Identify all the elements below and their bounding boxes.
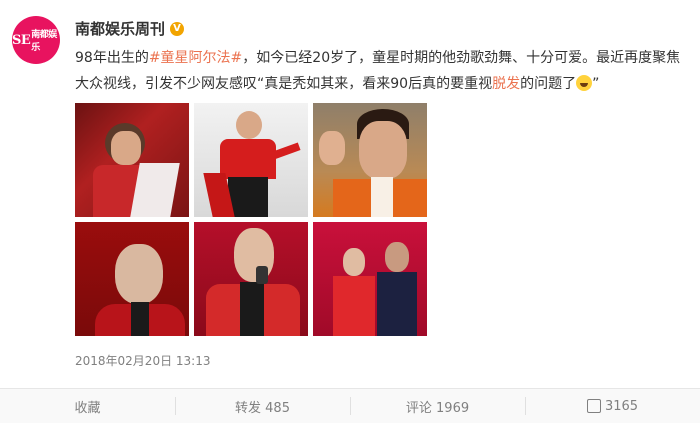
weibo-post: SE 南都娱乐 南都娱乐周刊 V 98年出生的#童星阿尔法#，如今已经20岁了，…: [0, 0, 700, 423]
username[interactable]: 南都娱乐周刊 V: [75, 18, 185, 39]
post-timestamp[interactable]: 2018年02月20日 13:13: [75, 352, 210, 369]
photo-3[interactable]: [313, 103, 427, 217]
avatar[interactable]: SE 南都娱乐: [12, 16, 60, 64]
username-text[interactable]: 南都娱乐周刊: [75, 18, 165, 39]
repost-label: 转发 485: [235, 400, 290, 416]
avatar-logo-text: 南都娱乐: [31, 30, 57, 53]
text-before: 98年出生的: [75, 50, 149, 66]
post-text: 98年出生的#童星阿尔法#，如今已经20岁了，童星时期的他劲歌劲舞、十分可爱。最…: [75, 45, 685, 97]
photo-6[interactable]: [313, 222, 427, 336]
like-button[interactable]: 3165: [525, 389, 700, 423]
photo-4[interactable]: [75, 222, 189, 336]
keyword-link[interactable]: 脱发: [492, 76, 520, 92]
repost-button[interactable]: 转发 485: [175, 389, 350, 423]
photo-1[interactable]: [75, 103, 189, 217]
verified-badge-icon: V: [170, 21, 185, 36]
photo-2[interactable]: [194, 103, 308, 217]
favorite-label: 收藏: [74, 400, 101, 416]
avatar-logo-prefix: SE: [12, 32, 31, 48]
action-bar: 收藏 转发 485 评论 1969 3165: [0, 388, 700, 423]
topic-link[interactable]: #童星阿尔法#: [149, 50, 242, 66]
thumbs-up-icon: [586, 399, 601, 413]
text-after: 的问题了: [520, 76, 577, 92]
photo-grid: [75, 103, 428, 336]
favorite-button[interactable]: 收藏: [0, 389, 175, 423]
like-count: 3165: [604, 398, 639, 414]
comment-button[interactable]: 评论 1969: [350, 389, 525, 423]
comment-label: 评论 1969: [405, 400, 470, 416]
text-end: ”: [592, 76, 600, 92]
photo-5[interactable]: [194, 222, 308, 336]
laughing-emoji-icon: [576, 75, 593, 91]
